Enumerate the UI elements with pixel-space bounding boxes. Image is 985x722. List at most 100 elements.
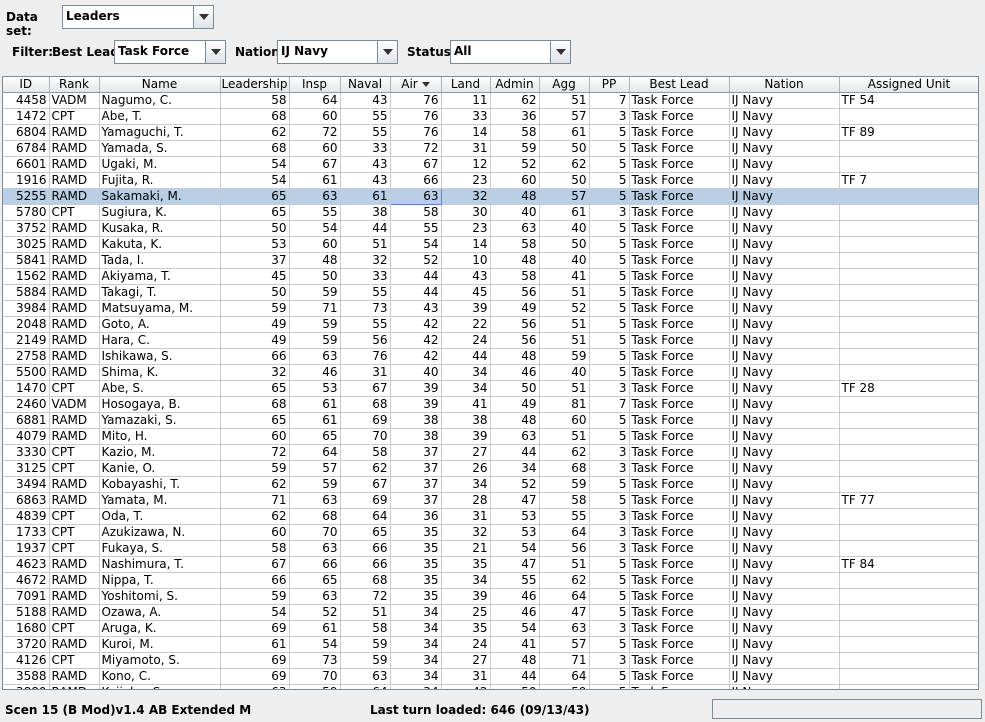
cell-leadership[interactable]: 69 — [220, 620, 290, 637]
cell-assigned-unit[interactable] — [839, 220, 978, 237]
table-row[interactable]: 5780 CPT Sugiura, K. 65 55 38 58 30 40 61 3 Task Fo… — [3, 204, 978, 221]
cell-name[interactable]: Kojiabe, S. — [99, 684, 221, 689]
cell-nation[interactable]: IJ Navy — [729, 140, 840, 157]
cell-leadership[interactable]: 72 — [220, 444, 290, 461]
cell-pp[interactable]: 5 — [589, 316, 630, 333]
cell-rank[interactable]: RAMD — [49, 188, 100, 205]
table-row[interactable]: 6804 RAMD Yamaguchi, T. 62 72 55 76 14 58 61 5 Task… — [3, 124, 978, 141]
column-header-assigned-unit[interactable]: Assigned Unit — [839, 77, 978, 93]
cell-rank[interactable]: CPT — [49, 380, 100, 397]
cell-pp[interactable]: 5 — [589, 428, 630, 445]
cell-assigned-unit[interactable] — [839, 540, 978, 557]
table-row[interactable]: 3720 RAMD Kuroi, M. 61 54 59 34 24 41 57 5 Task For… — [3, 636, 978, 653]
cell-pp[interactable]: 5 — [589, 156, 630, 173]
cell-air[interactable]: 40 — [390, 364, 442, 381]
cell-rank[interactable]: CPT — [49, 508, 100, 525]
cell-nation[interactable]: IJ Navy — [729, 108, 840, 125]
cell-best-lead[interactable]: Task Force — [629, 284, 730, 301]
cell-insp[interactable]: 60 — [289, 236, 341, 253]
cell-leadership[interactable]: 66 — [220, 572, 290, 589]
table-row[interactable]: 3588 RAMD Kono, C. 69 70 63 34 31 44 64 5 Task Forc… — [3, 668, 978, 685]
cell-name[interactable]: Hara, C. — [99, 332, 221, 349]
cell-agg[interactable]: 51 — [539, 556, 590, 573]
cell-id[interactable]: 3125 — [3, 460, 50, 477]
cell-leadership[interactable]: 54 — [220, 172, 290, 189]
cell-insp[interactable]: 59 — [289, 476, 341, 493]
cell-name[interactable]: Ozawa, A. — [99, 604, 221, 621]
cell-agg[interactable]: 64 — [539, 588, 590, 605]
cell-rank[interactable]: RAMD — [49, 156, 100, 173]
cell-best-lead[interactable]: Task Force — [629, 476, 730, 493]
cell-name[interactable]: Kakuta, K. — [99, 236, 221, 253]
cell-name[interactable]: Goto, A. — [99, 316, 221, 333]
cell-admin[interactable]: 56 — [490, 332, 540, 349]
cell-pp[interactable]: 5 — [589, 364, 630, 381]
cell-rank[interactable]: RAMD — [49, 284, 100, 301]
cell-rank[interactable]: VADM — [49, 396, 100, 413]
cell-pp[interactable]: 5 — [589, 124, 630, 141]
cell-leadership[interactable]: 71 — [220, 492, 290, 509]
cell-leadership[interactable]: 60 — [220, 524, 290, 541]
cell-naval[interactable]: 69 — [340, 492, 391, 509]
cell-best-lead[interactable]: Task Force — [629, 108, 730, 125]
cell-agg[interactable]: 60 — [539, 412, 590, 429]
cell-air[interactable]: 34 — [390, 636, 442, 653]
cell-id[interactable]: 6881 — [3, 412, 50, 429]
cell-air[interactable]: 37 — [390, 444, 442, 461]
cell-air[interactable]: 34 — [390, 620, 442, 637]
cell-nation[interactable]: IJ Navy — [729, 284, 840, 301]
cell-name[interactable]: Abe, T. — [99, 108, 221, 125]
column-header-land[interactable]: Land — [441, 77, 491, 93]
cell-leadership[interactable]: 58 — [220, 540, 290, 557]
cell-assigned-unit[interactable] — [839, 284, 978, 301]
cell-name[interactable]: Sakamaki, M. — [99, 188, 221, 205]
cell-insp[interactable]: 59 — [289, 684, 341, 689]
cell-id[interactable]: 2048 — [3, 316, 50, 333]
cell-agg[interactable]: 62 — [539, 444, 590, 461]
cell-admin[interactable]: 44 — [490, 444, 540, 461]
cell-name[interactable]: Oda, T. — [99, 508, 221, 525]
cell-land[interactable]: 42 — [441, 684, 491, 689]
cell-admin[interactable]: 55 — [490, 572, 540, 589]
cell-name[interactable]: Sugiura, K. — [99, 204, 221, 221]
table-row[interactable]: 2460 VADM Hosogaya, B. 68 61 68 39 41 49 81 7 Task … — [3, 396, 978, 413]
cell-land[interactable]: 43 — [441, 268, 491, 285]
cell-rank[interactable]: RAMD — [49, 428, 100, 445]
cell-leadership[interactable]: 65 — [220, 188, 290, 205]
cell-agg[interactable]: 59 — [539, 476, 590, 493]
cell-insp[interactable]: 61 — [289, 172, 341, 189]
cell-air[interactable]: 42 — [390, 316, 442, 333]
cell-insp[interactable]: 65 — [289, 428, 341, 445]
cell-agg[interactable]: 57 — [539, 188, 590, 205]
cell-air[interactable]: 66 — [390, 172, 442, 189]
cell-admin[interactable]: 63 — [490, 428, 540, 445]
cell-air[interactable]: 63 — [389, 187, 442, 205]
cell-agg[interactable]: 41 — [539, 268, 590, 285]
cell-nation[interactable]: IJ Navy — [729, 156, 840, 173]
cell-name[interactable]: Yamata, M. — [99, 492, 221, 509]
cell-naval[interactable]: 55 — [340, 316, 391, 333]
cell-leadership[interactable]: 54 — [220, 604, 290, 621]
cell-name[interactable]: Miyamoto, S. — [99, 652, 221, 669]
cell-leadership[interactable]: 67 — [220, 556, 290, 573]
table-row[interactable]: 6601 RAMD Ugaki, M. 54 67 43 67 12 52 62 5 Task For… — [3, 156, 978, 173]
cell-best-lead[interactable]: Task Force — [629, 540, 730, 557]
cell-naval[interactable]: 43 — [340, 172, 391, 189]
cell-leadership[interactable]: 66 — [220, 348, 290, 365]
cell-rank[interactable]: RAMD — [49, 684, 100, 689]
column-header-air[interactable]: Air — [390, 77, 442, 93]
table-row[interactable]: 3330 CPT Kazio, M. 72 64 58 37 27 44 62 3 Task Forc… — [3, 444, 978, 461]
cell-id[interactable]: 5884 — [3, 284, 50, 301]
table-row[interactable]: 4672 RAMD Nippa, T. 66 65 68 35 34 55 62 5 Task For… — [3, 572, 978, 589]
cell-naval[interactable]: 65 — [340, 524, 391, 541]
cell-land[interactable]: 26 — [441, 460, 491, 477]
cell-nation[interactable]: IJ Navy — [729, 444, 840, 461]
cell-admin[interactable]: 36 — [490, 108, 540, 125]
cell-nation[interactable]: IJ Navy — [729, 364, 840, 381]
cell-name[interactable]: Takagi, T. — [99, 284, 221, 301]
cell-agg[interactable]: 50 — [539, 172, 590, 189]
cell-assigned-unit[interactable]: TF 84 — [839, 556, 978, 573]
cell-nation[interactable]: IJ Navy — [729, 92, 840, 109]
cell-name[interactable]: Kanie, O. — [99, 460, 221, 477]
cell-insp[interactable]: 63 — [289, 188, 341, 205]
